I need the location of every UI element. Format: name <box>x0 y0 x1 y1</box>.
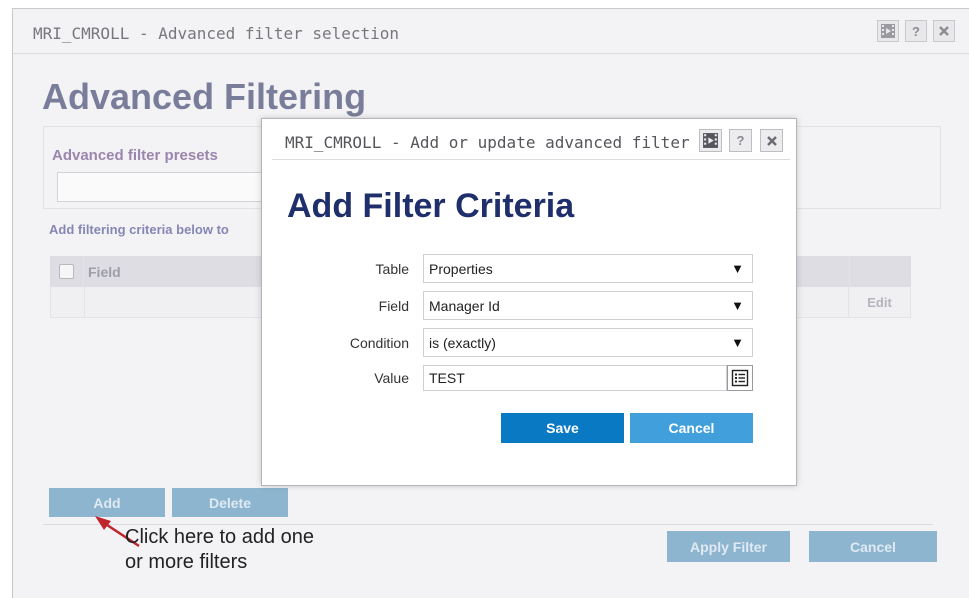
help-button[interactable]: ? <box>905 20 927 42</box>
chevron-down-icon: ▼ <box>731 261 744 276</box>
field-select-value: Manager Id <box>429 297 500 314</box>
video-help-button[interactable] <box>877 20 899 42</box>
close-icon <box>766 135 777 146</box>
close-icon <box>939 26 949 36</box>
title-divider <box>13 53 969 54</box>
close-button[interactable] <box>933 20 955 42</box>
value-input-text: TEST <box>429 370 465 386</box>
help-button[interactable]: ? <box>729 129 752 152</box>
delete-button[interactable]: Delete <box>172 488 288 517</box>
add-filter-dialog: MRI_CMROLL - Add or update advanced filt… <box>261 118 797 486</box>
condition-select-value: is (exactly) <box>429 334 496 351</box>
close-button[interactable] <box>760 129 783 152</box>
list-icon <box>731 369 749 387</box>
cancel-button[interactable]: Cancel <box>630 413 753 443</box>
presets-label: Advanced filter presets <box>52 147 218 164</box>
table-row-field: Table Properties ▼ <box>262 254 796 284</box>
field-row: Field Manager Id ▼ <box>262 291 796 321</box>
annotation-line-1: Click here to add one <box>125 526 315 548</box>
chevron-down-icon: ▼ <box>731 335 744 350</box>
table-select[interactable]: Properties ▼ <box>423 254 753 283</box>
add-button[interactable]: Add <box>49 488 165 517</box>
table-label: Table <box>375 261 409 277</box>
condition-select[interactable]: is (exactly) ▼ <box>423 328 753 357</box>
condition-row: Condition is (exactly) ▼ <box>262 328 796 358</box>
value-list-button[interactable] <box>727 365 753 391</box>
window-title: MRI_CMROLL - Advanced filter selection <box>33 24 400 43</box>
select-all-checkbox[interactable] <box>59 264 74 279</box>
value-label: Value <box>374 370 409 386</box>
field-select[interactable]: Manager Id ▼ <box>423 291 753 320</box>
value-input[interactable]: TEST <box>423 365 727 391</box>
table-select-value: Properties <box>429 260 493 277</box>
chevron-down-icon: ▼ <box>731 298 744 313</box>
video-help-button[interactable] <box>699 129 722 152</box>
presets-select[interactable] <box>57 172 277 202</box>
criteria-instructions: Add filtering criteria below to <box>49 222 229 237</box>
field-label: Field <box>378 298 409 314</box>
save-button[interactable]: Save <box>501 413 624 443</box>
page-heading: Advanced Filtering <box>42 76 367 117</box>
film-icon <box>703 133 718 148</box>
annotation-note: Click here to add one or more filters <box>125 525 314 575</box>
dialog-title-divider <box>272 159 790 160</box>
cancel-button[interactable]: Cancel <box>809 531 937 562</box>
dialog-title: MRI_CMROLL - Add or update advanced filt… <box>285 133 690 152</box>
annotation-line-2: or more filters <box>125 551 248 573</box>
value-row: Value TEST <box>262 365 796 395</box>
film-icon <box>881 24 895 38</box>
apply-filter-button[interactable]: Apply Filter <box>667 531 790 562</box>
edit-link[interactable]: Edit <box>848 287 910 317</box>
condition-label: Condition <box>349 335 409 351</box>
dialog-heading: Add Filter Criteria <box>287 187 575 225</box>
